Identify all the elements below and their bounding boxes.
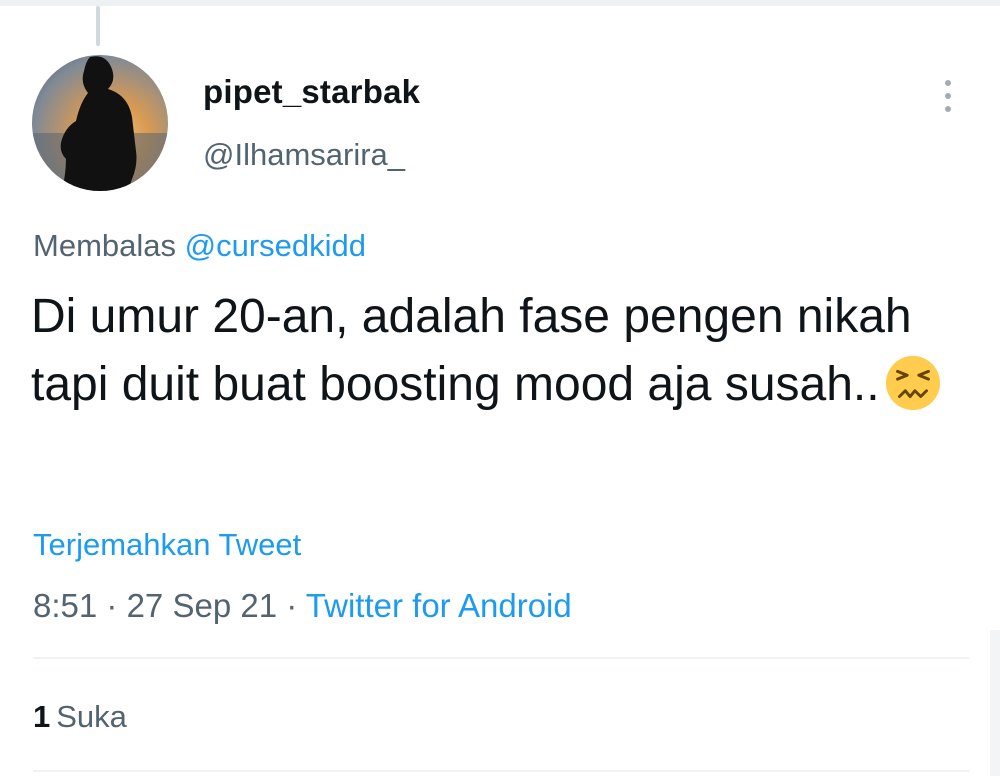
replying-to-label: Membalas [33,228,176,263]
translate-tweet-link[interactable]: Terjemahkan Tweet [33,527,301,563]
tweet-text: Di umur 20-an, adalah fase pengen nikah … [31,290,912,411]
tweet-time[interactable]: 8:51 [33,587,97,624]
likes-count: 1 [33,699,51,734]
user-handle[interactable]: @Ilhamsarira_ [203,137,405,173]
stats-divider-bottom [33,770,969,772]
thread-connector-line [96,6,100,46]
tweet-source-link[interactable]: Twitter for Android [306,587,572,624]
likes-label: Suka [56,699,127,734]
stats-divider-top [33,657,969,659]
avatar-silhouette-icon [32,56,168,191]
confounded-face-emoji-icon [885,356,940,411]
dot-icon [945,106,951,112]
tweet-metadata: 8:51 · 27 Sep 21 · Twitter for Android [33,587,572,625]
replying-to: Membalas @cursedkidd [33,228,366,264]
dot-icon [945,93,951,99]
dot-icon [945,80,951,86]
meta-separator: · [106,587,118,624]
avatar[interactable] [32,55,168,191]
display-name[interactable]: pipet_starbak [203,73,420,111]
scroll-edge [990,630,1000,776]
meta-separator: · [286,587,298,624]
top-divider [0,0,1000,6]
tweet-body: Di umur 20-an, adalah fase pengen nikah … [31,283,961,419]
mention-link[interactable]: @cursedkidd [185,228,366,263]
more-options-icon[interactable] [935,76,961,116]
tweet-date[interactable]: 27 Sep 21 [127,587,277,624]
likes-stat[interactable]: 1 Suka [33,699,127,735]
